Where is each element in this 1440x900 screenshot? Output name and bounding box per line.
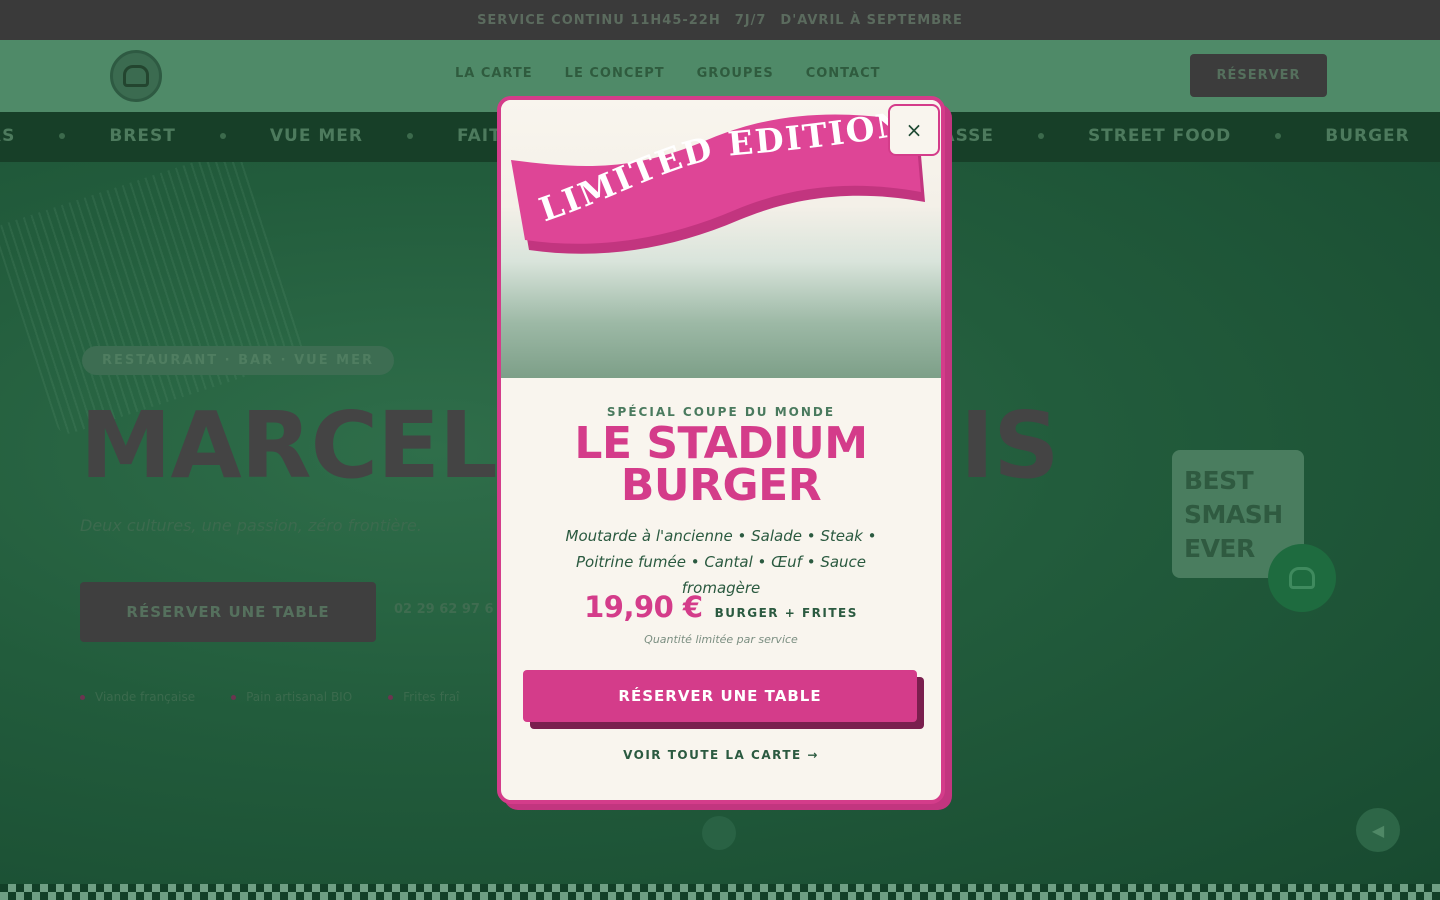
quantity-note: Quantité limitée par service — [644, 633, 798, 646]
reserve-table-button[interactable]: RÉSERVER UNE TABLE — [523, 670, 917, 722]
promo-eyebrow: SPÉCIAL COUPE DU MONDE — [606, 405, 836, 419]
view-menu-link[interactable]: VOIR TOUTE LA CARTE → — [501, 748, 941, 762]
promo-title: LE STADIUM BURGER — [501, 418, 941, 511]
limited-edition-ribbon: LIMITED EDITION — [511, 104, 925, 254]
price-suffix: BURGER + FRITES — [714, 606, 858, 620]
close-button[interactable]: × — [888, 104, 940, 156]
promo-modal: LIMITED EDITION × SPÉCIAL COUPE DU MONDE… — [497, 96, 945, 804]
promo-title-line: LE STADIUM — [574, 418, 868, 469]
promo-title-line: BURGER — [620, 460, 822, 511]
promo-price: 19,90 € — [584, 590, 703, 624]
close-icon: × — [905, 118, 923, 142]
price-row: 19,90 € BURGER + FRITES — [501, 590, 941, 624]
